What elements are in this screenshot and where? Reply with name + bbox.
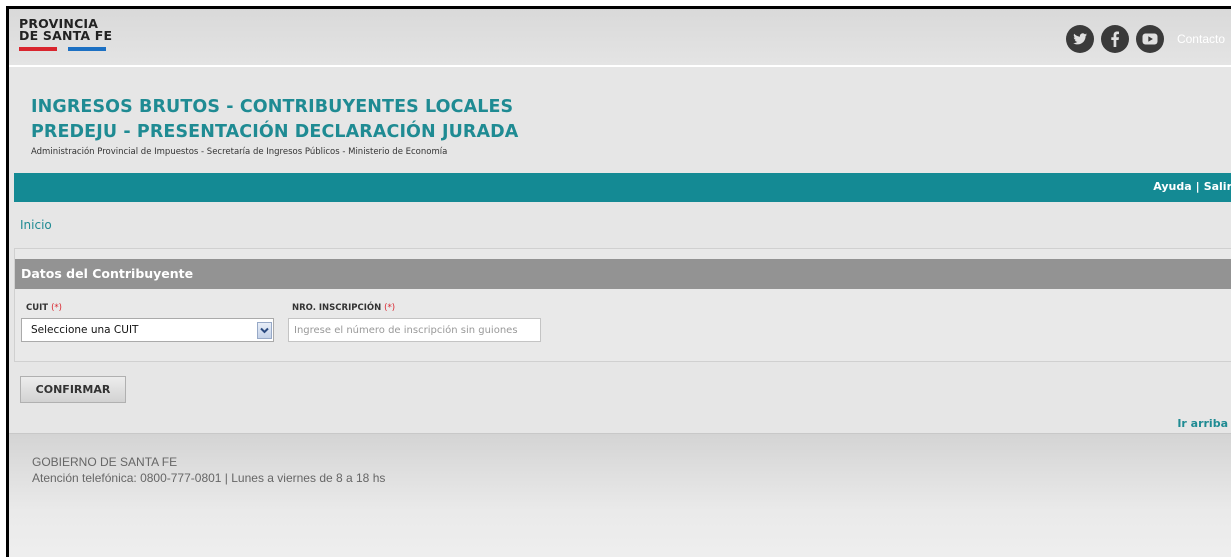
- logo-red-bar: [19, 47, 57, 51]
- social-links: Contacto: [1065, 25, 1225, 53]
- youtube-icon[interactable]: [1135, 25, 1164, 53]
- agency-subtitle: Administración Provincial de Impuestos -…: [31, 147, 448, 157]
- provincia-santa-fe-logo[interactable]: PROVINCIA DE SANTA FE: [19, 17, 113, 51]
- salir-link[interactable]: Salir: [1204, 180, 1231, 193]
- twitter-icon[interactable]: [1065, 25, 1094, 53]
- ir-arriba-link[interactable]: Ir arriba: [1177, 417, 1228, 430]
- cuit-label: CUIT (*): [26, 303, 62, 313]
- nro-inscripcion-input[interactable]: [288, 318, 541, 342]
- cuit-label-text: CUIT: [26, 303, 49, 313]
- nav-separator: |: [1195, 180, 1200, 193]
- logo-line-2: DE SANTA FE: [19, 28, 113, 43]
- contribuyente-panel: Datos del Contribuyente CUIT (*) Selecci…: [14, 248, 1231, 362]
- nav-strip: Ayuda | Salir: [14, 173, 1231, 202]
- facebook-icon[interactable]: [1100, 25, 1129, 53]
- nro-inscripcion-label: NRO. INSCRIPCIÓN (*): [292, 303, 395, 313]
- footer-org: GOBIERNO DE SANTA FE: [32, 455, 178, 469]
- nro-label-text: NRO. INSCRIPCIÓN: [292, 303, 382, 313]
- nro-required-mark: (*): [384, 303, 396, 313]
- cuit-select[interactable]: Seleccione una CUIT: [21, 318, 274, 342]
- nav-links: Ayuda | Salir: [1153, 180, 1231, 193]
- page-frame: PROVINCIA DE SANTA FE Contacto INGRESOS …: [6, 6, 1231, 557]
- confirm-button[interactable]: CONFIRMAR: [20, 376, 126, 403]
- contacto-link[interactable]: Contacto: [1177, 32, 1225, 46]
- page-subtitle-title: PREDEJU - PRESENTACIÓN DECLARACIÓN JURAD…: [31, 122, 519, 142]
- cuit-selected-value: Seleccione una CUIT: [31, 324, 139, 336]
- page-title: INGRESOS BRUTOS - CONTRIBUYENTES LOCALES: [31, 97, 514, 117]
- logo-blue-bar: [68, 47, 106, 51]
- cuit-required-mark: (*): [51, 303, 62, 313]
- breadcrumb-inicio[interactable]: Inicio: [20, 218, 52, 232]
- footer-contact: Atención telefónica: 0800-777-0801 | Lun…: [32, 471, 386, 485]
- top-header: PROVINCIA DE SANTA FE Contacto: [9, 9, 1231, 67]
- ayuda-link[interactable]: Ayuda: [1153, 180, 1191, 193]
- chevron-down-icon[interactable]: [257, 322, 272, 339]
- logo-color-bars: [19, 47, 112, 51]
- footer: GOBIERNO DE SANTA FE Atención telefónica…: [9, 433, 1231, 557]
- panel-title: Datos del Contribuyente: [21, 266, 194, 281]
- panel-header: Datos del Contribuyente: [15, 259, 1231, 289]
- page-titles: INGRESOS BRUTOS - CONTRIBUYENTES LOCALES…: [31, 95, 518, 157]
